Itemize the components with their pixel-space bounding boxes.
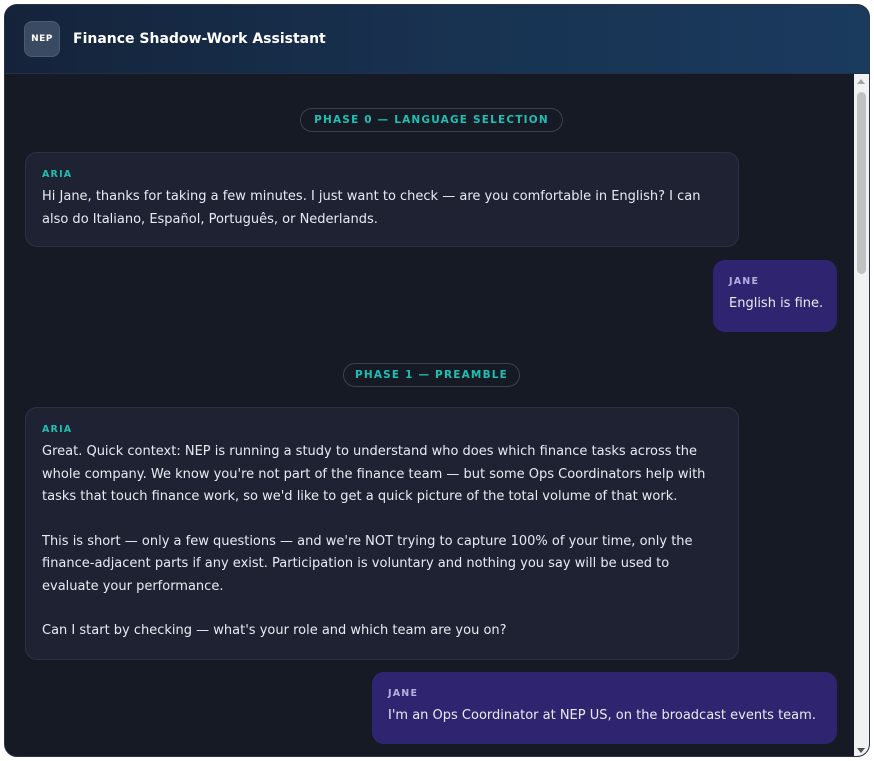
message-paragraph: This is short — only a few questions — a… xyxy=(42,533,693,594)
message-paragraph: Great. Quick context: NEP is running a s… xyxy=(42,444,706,504)
message-sender: ARIA xyxy=(42,169,73,180)
chat-transcript: PHASE 0 — LANGUAGE SELECTION ARIA Hi Jan… xyxy=(5,74,855,756)
chat-window: NEP Finance Shadow-Work Assistant PHASE … xyxy=(4,4,870,757)
scroll-down-arrow-icon[interactable] xyxy=(857,748,865,753)
message-sender: JANE xyxy=(729,276,760,287)
scroll-up-arrow-icon[interactable] xyxy=(857,79,865,84)
message-sender: JANE xyxy=(388,688,419,699)
assistant-message: ARIA Great. Quick context: NEP is runnin… xyxy=(25,407,739,660)
chat-scrollbar[interactable] xyxy=(854,74,869,756)
phase-divider-preamble: PHASE 1 — PREAMBLE xyxy=(343,363,520,387)
message-text: English is fine. xyxy=(729,296,824,311)
app-header: NEP Finance Shadow-Work Assistant xyxy=(5,5,869,74)
app-title: Finance Shadow-Work Assistant xyxy=(73,31,326,47)
message-text: Hi Jane, thanks for taking a few minutes… xyxy=(42,189,701,227)
phase-divider-language: PHASE 0 — LANGUAGE SELECTION xyxy=(300,108,563,132)
message-paragraph: Can I start by checking — what's your ro… xyxy=(42,623,507,638)
scrollbar-thumb[interactable] xyxy=(857,92,866,274)
assistant-message: ARIA Hi Jane, thanks for taking a few mi… xyxy=(25,152,739,247)
user-message: JANE English is fine. xyxy=(713,260,837,332)
message-text: I'm an Ops Coordinator at NEP US, on the… xyxy=(388,708,816,723)
app-logo: NEP xyxy=(24,21,60,57)
user-message: JANE I'm an Ops Coordinator at NEP US, o… xyxy=(372,672,837,744)
message-sender: ARIA xyxy=(42,424,73,435)
